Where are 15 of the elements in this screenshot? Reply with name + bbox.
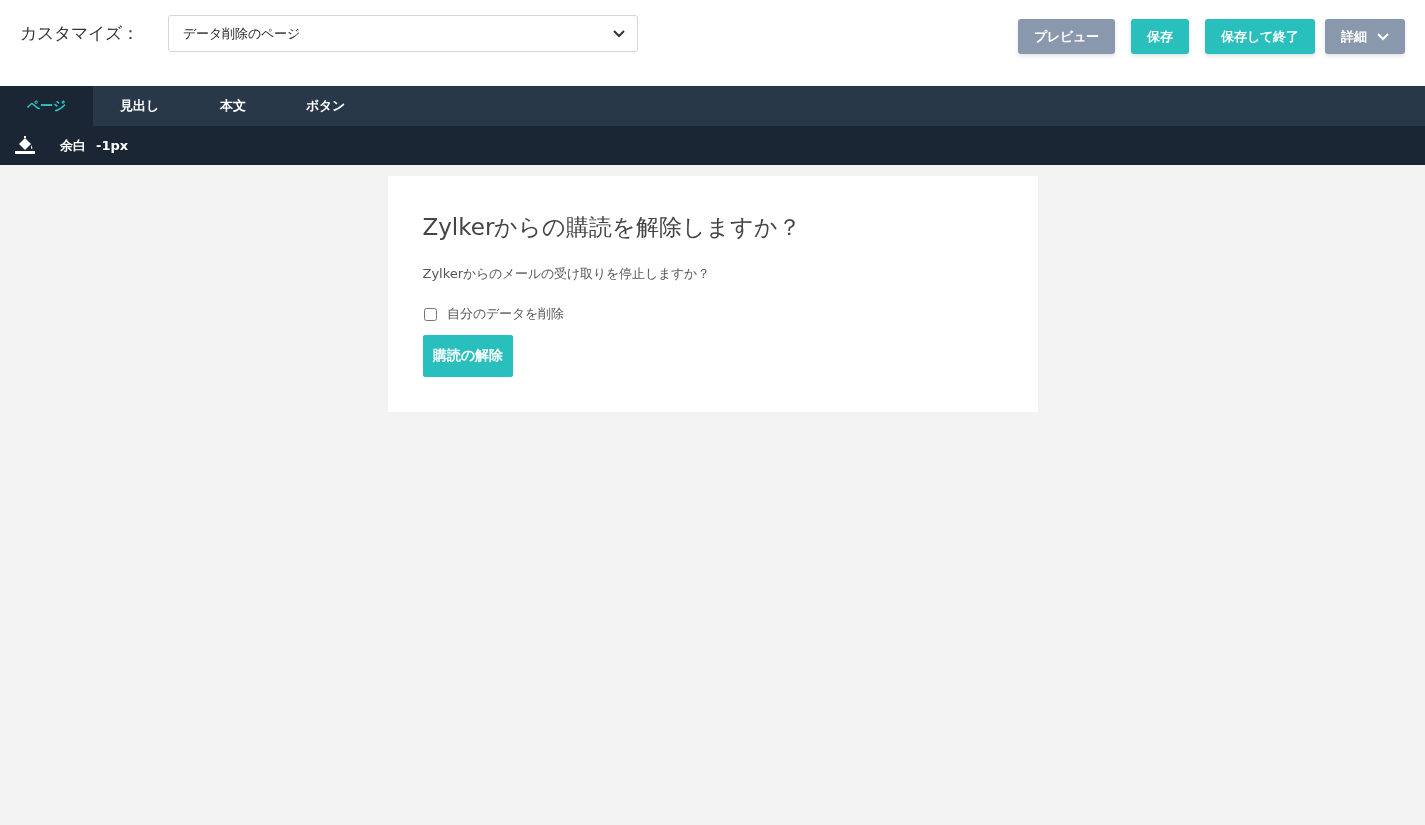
- delete-data-checkbox[interactable]: [423, 307, 437, 321]
- card-message: Zylkerからのメールの受け取りを停止しますか？: [422, 265, 712, 283]
- paint-bucket-icon[interactable]: [14, 136, 36, 155]
- caret-icon: [1377, 32, 1389, 41]
- caret-icon: [613, 29, 625, 38]
- page-select[interactable]: データ削除のページ: [168, 15, 638, 52]
- tab[interactable]: 本文: [186, 86, 279, 126]
- customize-label: カスタマイズ：: [20, 22, 140, 45]
- card-title: Zylkerからの購読を解除しますか？: [422, 213, 803, 242]
- checkbox-label: 自分のデータを削除: [446, 305, 564, 323]
- tab[interactable]: ページ: [0, 86, 93, 126]
- tab[interactable]: 見出し: [93, 86, 186, 126]
- tab[interactable]: ボタン: [279, 86, 372, 126]
- margin-value[interactable]: -1px: [96, 138, 129, 153]
- margin-label: 余白: [60, 136, 86, 155]
